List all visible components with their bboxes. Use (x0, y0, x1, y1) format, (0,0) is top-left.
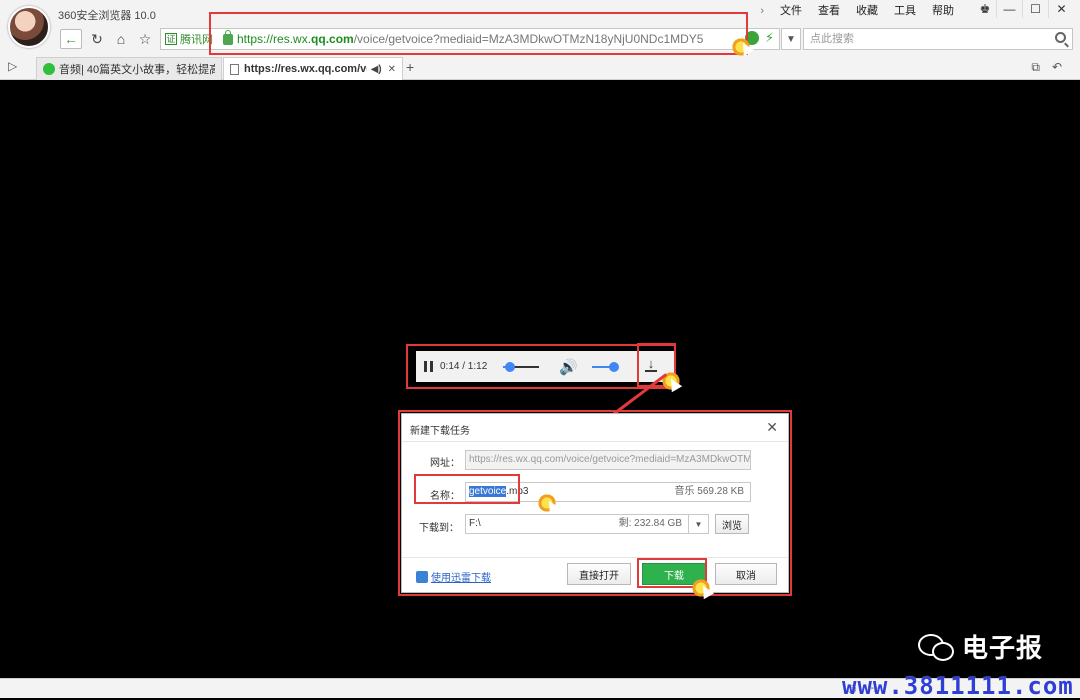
tab-tools: ⧉ ↶ (1031, 60, 1062, 75)
new-tab-button[interactable]: + (406, 59, 414, 75)
volume-icon[interactable]: 🔊 (559, 358, 578, 376)
watermark-site: www.3811111.com (842, 672, 1074, 700)
tab-wechat-article[interactable]: 音频| 40篇英文小故事，轻松提高 (36, 57, 222, 80)
skin-icon[interactable]: ♚ (974, 0, 996, 18)
window-controls: ♚ — ☐ ✕ (974, 0, 1074, 18)
search-input[interactable]: 点此搜索 (803, 28, 1073, 50)
cert-icon: 证 (165, 33, 177, 45)
filename-highlight-box (414, 474, 520, 504)
playback-time: 0:14 / 1:12 (440, 361, 488, 372)
menu-bar: › 文件 查看 收藏 工具 帮助 (752, 3, 962, 19)
watermark: 电子报 (918, 628, 1043, 665)
audio-player: 0:14 / 1:12 🔊 ↓ (416, 351, 674, 382)
cancel-button[interactable]: 取消 (715, 563, 777, 585)
sidebar-toggle-icon[interactable]: ▷ (8, 59, 17, 73)
menu-favorites[interactable]: 收藏 (848, 3, 886, 19)
watermark-text: 电子报 (962, 633, 1044, 663)
search-placeholder: 点此搜索 (810, 33, 854, 45)
tab-label: https://res.wx.qq.com/voice (244, 63, 367, 75)
page-icon (230, 63, 239, 75)
thunder-download-link[interactable]: 使用迅雷下载 (416, 569, 491, 584)
menu-view[interactable]: 查看 (810, 3, 848, 19)
thunder-icon (416, 570, 428, 583)
search-icon[interactable] (1055, 32, 1066, 43)
url-field: https://res.wx.qq.com/voice/getvoice?med… (465, 450, 751, 470)
speed-mode-icon[interactable]: ⚡ (765, 30, 774, 46)
destination-label: 下载到： (419, 523, 459, 534)
close-icon[interactable]: ✕ (766, 419, 778, 436)
close-icon[interactable]: ✕ (388, 64, 396, 75)
chevron-right-icon[interactable]: › (752, 3, 772, 19)
home-button[interactable]: ⌂ (110, 29, 132, 49)
wechat-logo-icon (918, 632, 954, 662)
tab-bar: ▷ 音频| 40篇英文小故事，轻松提高 https://res.wx.qq.co… (0, 55, 1080, 80)
menu-file[interactable]: 文件 (772, 3, 810, 19)
minimize-button[interactable]: — (996, 0, 1022, 18)
open-directly-button[interactable]: 直接打开 (567, 563, 631, 585)
maximize-button[interactable]: ☐ (1022, 0, 1048, 18)
tab-voice-page[interactable]: https://res.wx.qq.com/voice ◀) ✕ (223, 57, 403, 80)
wechat-icon (43, 63, 55, 75)
chevron-down-icon[interactable]: ▼ (689, 514, 709, 534)
dialog-title: 新建下载任务 (410, 426, 470, 437)
progress-slider[interactable] (503, 361, 540, 372)
app-title: 360安全浏览器 10.0 (58, 10, 156, 22)
pause-button[interactable] (424, 361, 434, 372)
back-button[interactable]: ← (60, 29, 82, 49)
refresh-button[interactable]: ↻ (86, 29, 108, 49)
free-space: 剩: 232.84 GB (618, 518, 682, 529)
destination-field[interactable]: F:\ 剩: 232.84 GB (465, 514, 689, 534)
tab-label: 音频| 40篇英文小故事，轻松提高 (59, 64, 215, 76)
progress-knob[interactable] (505, 361, 516, 372)
search-engine-dropdown[interactable]: ▼ (781, 28, 801, 50)
volume-knob[interactable] (608, 361, 619, 372)
restore-tabs-icon[interactable]: ⧉ (1031, 60, 1040, 75)
undo-close-icon[interactable]: ↶ (1052, 60, 1062, 75)
file-type-size: 音乐 569.28 KB (674, 486, 744, 497)
close-button[interactable]: ✕ (1048, 0, 1074, 18)
browse-button[interactable]: 浏览 (715, 514, 749, 534)
thunder-label: 使用迅雷下载 (431, 573, 491, 584)
menu-tools[interactable]: 工具 (886, 3, 924, 19)
address-highlight-box (209, 12, 748, 55)
menu-help[interactable]: 帮助 (924, 3, 962, 19)
favorite-star-icon[interactable]: ☆ (134, 29, 156, 49)
speaker-icon[interactable]: ◀) (371, 64, 382, 75)
volume-slider[interactable] (591, 361, 619, 372)
destination-path: F:\ (469, 518, 481, 529)
url-label: 网址： (430, 458, 460, 469)
